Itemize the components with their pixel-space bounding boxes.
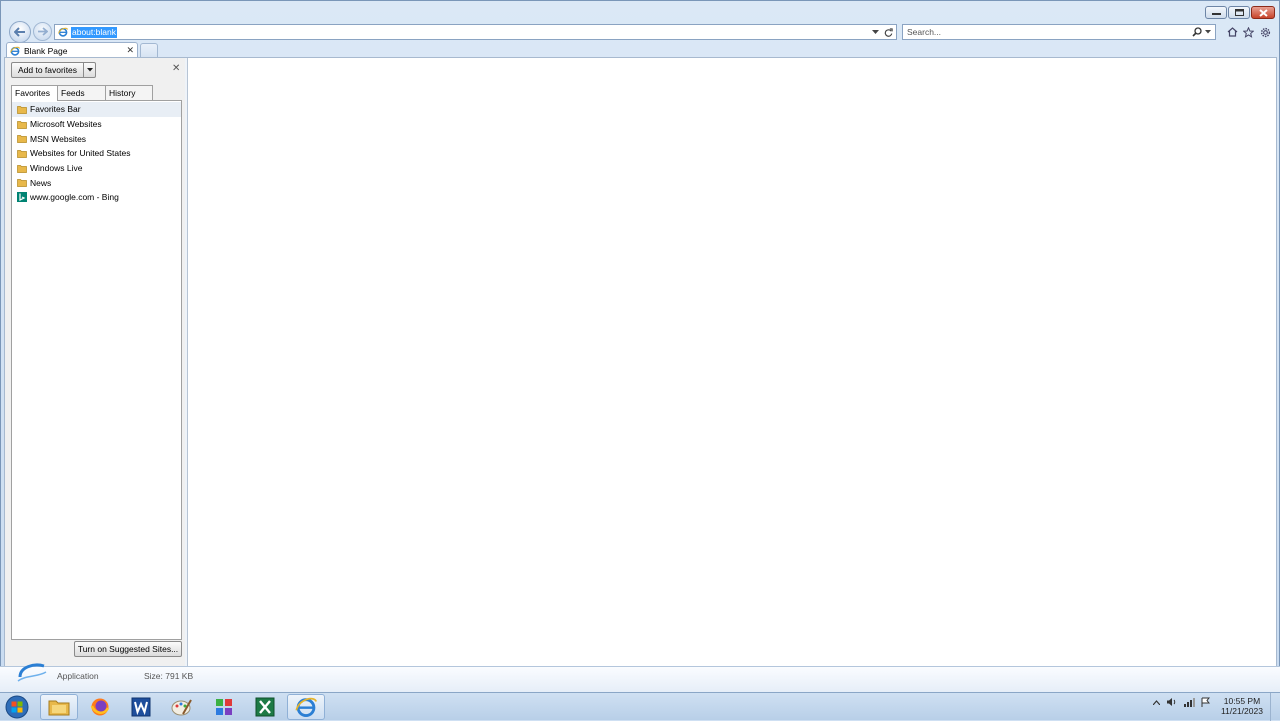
address-url[interactable]: about:blank (71, 26, 117, 38)
word-icon (131, 697, 151, 717)
add-to-favorites-button[interactable]: Add to favorites (11, 62, 96, 78)
internet-explorer-icon (295, 697, 317, 718)
home-button[interactable] (1225, 25, 1239, 39)
details-pane: Application Size: 791 KB (0, 663, 1280, 692)
clock-date: 11/21/2023 (1221, 706, 1263, 716)
tools-button[interactable] (1258, 25, 1272, 39)
page-content[interactable] (187, 58, 1276, 666)
paint-icon (171, 699, 192, 716)
list-item[interactable]: www.google.com - Bing (12, 190, 181, 205)
caption-buttons (1205, 6, 1275, 19)
details-size: Size: 791 KB (144, 671, 194, 681)
address-tools (872, 27, 893, 37)
clock[interactable]: 10:55 PM 11/21/2023 (1219, 696, 1265, 716)
favorites-button[interactable] (1241, 25, 1255, 39)
folder-icon (17, 150, 27, 158)
close-favorites-icon[interactable]: ✕ (172, 63, 180, 74)
folder-icon (17, 179, 27, 188)
action-center-flag-icon[interactable] (1201, 697, 1210, 707)
list-item-label: Windows Live (30, 163, 83, 174)
taskbar-internet-explorer[interactable] (287, 694, 325, 720)
list-item-label: News (30, 177, 52, 188)
minimize-button[interactable] (1205, 6, 1227, 19)
ie-window: about:blank Search... Blank Page ✕ Add t… (0, 0, 1280, 692)
list-item[interactable]: Microsoft Websites (12, 117, 181, 132)
firefox-icon (90, 698, 110, 716)
list-item-label: Microsoft Websites (30, 119, 102, 130)
internet-explorer-icon (17, 663, 47, 682)
excel-icon (255, 697, 275, 717)
back-button[interactable] (9, 21, 31, 43)
list-item[interactable]: News (12, 175, 181, 190)
search-placeholder: Search... (907, 27, 942, 37)
folder-icon (17, 120, 27, 129)
internet-explorer-icon (58, 27, 68, 37)
clock-time: 10:55 PM (1223, 696, 1261, 706)
search-tools (1192, 27, 1211, 37)
turn-on-suggested-sites-button[interactable]: Turn on Suggested Sites... (74, 641, 182, 657)
tab-favorites[interactable]: Favorites (11, 85, 58, 101)
tab-title: Blank Page (24, 45, 68, 56)
gear-icon (1260, 27, 1270, 37)
forward-arrow-icon (38, 27, 48, 36)
add-to-favorites-label[interactable]: Add to favorites (12, 63, 83, 77)
maximize-button[interactable] (1228, 6, 1250, 19)
tab-feeds[interactable]: Feeds (57, 85, 106, 100)
close-icon (1258, 8, 1268, 17)
taskbar-file-explorer[interactable] (40, 694, 78, 720)
search-dropdown-icon[interactable] (1205, 30, 1211, 34)
folder-icon (17, 105, 27, 114)
tab-history[interactable]: History (105, 85, 153, 100)
tab-blank-page[interactable]: Blank Page ✕ (6, 42, 138, 58)
taskbar: 10:55 PM 11/21/2023 (0, 692, 1280, 721)
star-icon (1242, 26, 1254, 38)
show-desktop-button[interactable] (1270, 693, 1280, 721)
list-item-label: MSN Websites (30, 133, 87, 144)
search-box[interactable]: Search... (902, 24, 1216, 40)
tab-close-icon[interactable]: ✕ (126, 45, 134, 56)
windows-start-icon (5, 695, 29, 719)
details-type: Application (57, 671, 99, 681)
chevron-down-icon (86, 68, 93, 72)
folder-icon (17, 135, 27, 144)
file-explorer-icon (48, 700, 70, 716)
add-to-favorites-dropdown[interactable] (83, 63, 95, 77)
list-item[interactable]: Windows Live (12, 161, 181, 176)
address-bar[interactable]: about:blank (54, 24, 897, 40)
list-item[interactable]: MSN Websites (12, 131, 181, 146)
network-icon (216, 699, 232, 715)
taskbar-paint[interactable] (163, 694, 201, 720)
list-item-label: www.google.com - Bing (30, 192, 119, 203)
taskbar-word[interactable] (122, 694, 160, 720)
home-icon (1227, 27, 1237, 37)
favorites-center: Add to favorites ✕ Favorites Feeds Histo… (5, 58, 185, 666)
network-status-icon[interactable] (1183, 697, 1195, 707)
forward-button[interactable] (33, 22, 52, 41)
volume-icon[interactable] (1166, 697, 1177, 707)
search-icon[interactable] (1192, 27, 1202, 37)
system-tray (1153, 697, 1210, 707)
close-button[interactable] (1251, 6, 1275, 19)
show-hidden-icons-chevron-icon[interactable] (1153, 699, 1160, 705)
taskbar-network-app[interactable] (205, 694, 243, 720)
dropdown-arrow-icon[interactable] (872, 29, 879, 35)
internet-explorer-icon (10, 46, 20, 56)
restore-icon (1234, 9, 1244, 16)
minimize-icon (1211, 13, 1221, 15)
start-button[interactable] (3, 694, 31, 720)
refresh-icon[interactable] (884, 27, 893, 37)
bing-icon (17, 192, 27, 203)
taskbar-excel[interactable] (246, 694, 284, 720)
list-item-label: Websites for United States (30, 148, 131, 159)
list-item-label: Favorites Bar (30, 104, 81, 115)
list-item[interactable]: Websites for United States (12, 146, 181, 161)
favorites-tabs: Favorites Feeds History (11, 85, 153, 101)
new-tab-button[interactable] (140, 43, 158, 58)
favorites-list: Favorites Bar Microsoft Websites MSN Web… (11, 100, 182, 640)
folder-icon (17, 164, 27, 173)
back-arrow-icon (14, 27, 25, 37)
list-item[interactable]: Favorites Bar (12, 102, 181, 117)
taskbar-firefox[interactable] (81, 694, 119, 720)
